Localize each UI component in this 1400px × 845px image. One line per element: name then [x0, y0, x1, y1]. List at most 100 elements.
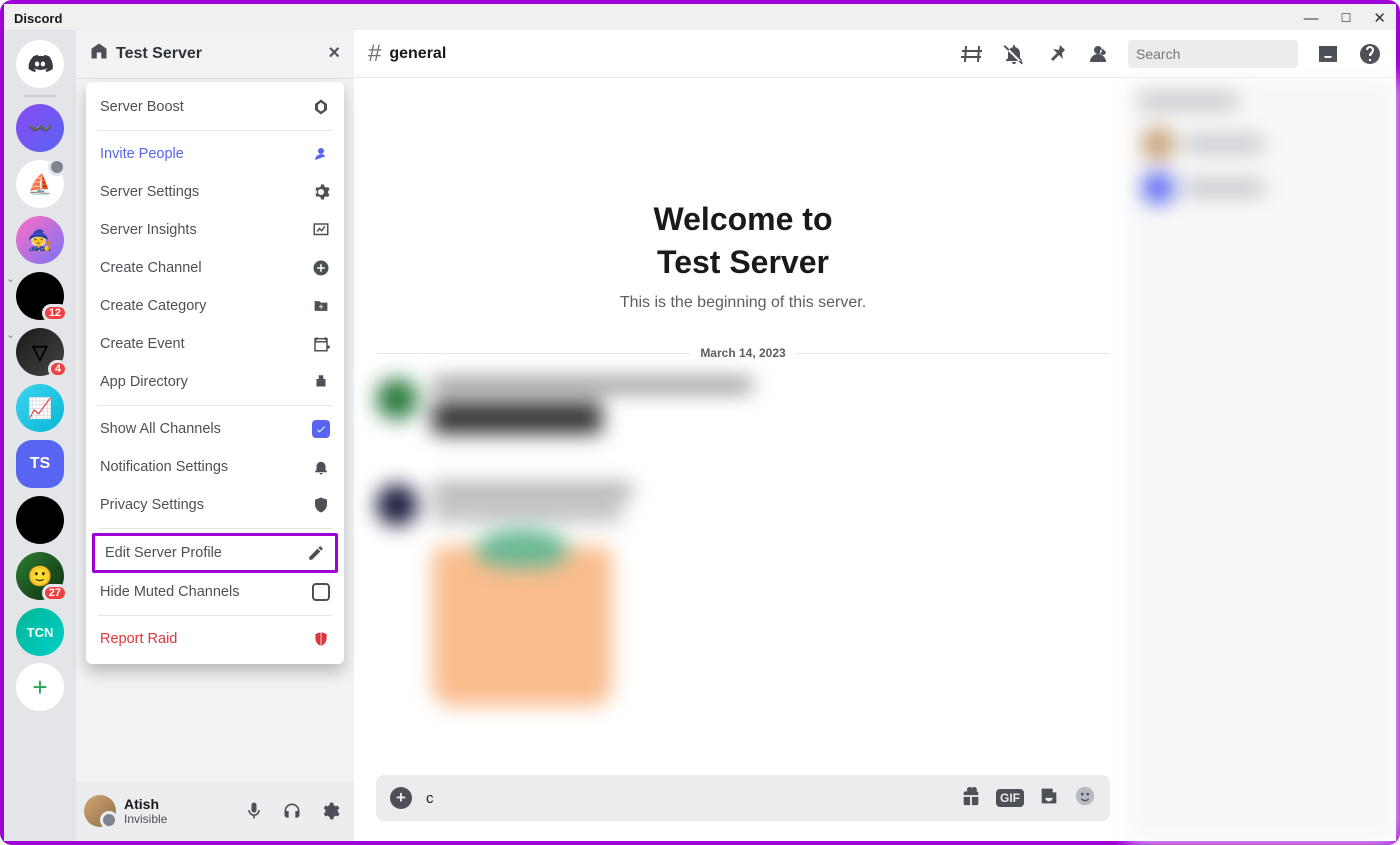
- menu-divider: [98, 528, 332, 529]
- message-composer[interactable]: + c GIF: [376, 775, 1110, 821]
- shield-alert-icon: [312, 630, 330, 648]
- menu-edit-server-profile[interactable]: Edit Server Profile: [95, 536, 335, 570]
- menu-divider: [98, 615, 332, 616]
- inbox-icon[interactable]: [1316, 42, 1340, 66]
- menu-server-settings[interactable]: Server Settings: [86, 173, 344, 211]
- server-ten[interactable]: TCN: [16, 608, 64, 656]
- member-row[interactable]: [1138, 166, 1386, 210]
- menu-divider: [98, 130, 332, 131]
- menu-invite-people[interactable]: Invite People: [86, 135, 344, 173]
- robot-icon: [312, 373, 330, 391]
- folder-chevron-icon[interactable]: ⌄: [6, 272, 15, 285]
- menu-label: Privacy Settings: [100, 497, 204, 513]
- welcome-block: Welcome toTest Server This is the beginn…: [376, 198, 1110, 312]
- checkbox-empty-icon: [312, 583, 330, 601]
- message-item: [376, 378, 1110, 434]
- menu-label: Server Settings: [100, 184, 199, 200]
- menu-create-channel[interactable]: Create Channel: [86, 249, 344, 287]
- server-wavelength[interactable]: 〰️: [16, 104, 64, 152]
- channel-hash-icon: #: [368, 40, 381, 68]
- notification-mute-icon[interactable]: [1002, 42, 1026, 66]
- menu-label: Show All Channels: [100, 421, 221, 437]
- user-avatar[interactable]: [84, 795, 116, 827]
- menu-create-category[interactable]: Create Category: [86, 287, 344, 325]
- menu-label: Report Raid: [100, 631, 177, 647]
- menu-hide-muted-channels[interactable]: Hide Muted Channels: [86, 573, 344, 611]
- menu-label: Create Event: [100, 336, 185, 352]
- highlighted-menu-item: Edit Server Profile: [92, 533, 338, 573]
- menu-show-all-channels[interactable]: Show All Channels: [86, 410, 344, 448]
- search-input[interactable]: [1136, 46, 1317, 62]
- server-test[interactable]: TS: [16, 440, 64, 488]
- member-list-toggle[interactable]: [1086, 42, 1110, 66]
- checkbox-checked-icon: [312, 420, 330, 438]
- unread-badge: 12: [42, 304, 68, 322]
- minimize-button[interactable]: —: [1304, 10, 1319, 27]
- menu-label: Create Category: [100, 298, 206, 314]
- menu-label: Notification Settings: [100, 459, 228, 475]
- app-window: Discord — ☐ ✕ 〰️⛵🧙⌄◯12⌄▽4📈TS✱🙂27TCN +: [4, 4, 1396, 841]
- plus-circle-icon: [312, 259, 330, 277]
- menu-server-insights[interactable]: Server Insights: [86, 211, 344, 249]
- app-title: Discord: [14, 11, 62, 26]
- server-name: Test Server: [116, 45, 202, 63]
- settings-button[interactable]: [314, 795, 346, 827]
- window-titlebar: Discord — ☐ ✕: [4, 4, 1396, 30]
- search-box[interactable]: [1128, 40, 1298, 68]
- deafen-button[interactable]: [276, 795, 308, 827]
- gif-button[interactable]: GIF: [996, 789, 1024, 807]
- menu-app-directory[interactable]: App Directory: [86, 363, 344, 401]
- menu-label: App Directory: [100, 374, 188, 390]
- server-stocks[interactable]: 📈: [16, 384, 64, 432]
- member-list[interactable]: [1128, 78, 1396, 841]
- sticker-icon[interactable]: [1038, 785, 1060, 812]
- threads-icon[interactable]: [960, 42, 984, 66]
- compose-text[interactable]: c: [426, 790, 946, 807]
- discord-home-icon[interactable]: [16, 40, 64, 88]
- server-midjourney[interactable]: ⛵: [16, 160, 64, 208]
- menu-label: Hide Muted Channels: [100, 584, 239, 600]
- menu-server-boost[interactable]: Server Boost: [86, 88, 344, 126]
- user-name: Atish: [124, 796, 230, 812]
- menu-label: Invite People: [100, 146, 184, 162]
- server-chatgpt[interactable]: ✱: [16, 496, 64, 544]
- close-window-button[interactable]: ✕: [1373, 9, 1386, 27]
- shield-icon: [312, 496, 330, 514]
- pinned-messages-icon[interactable]: [1044, 42, 1068, 66]
- add-server-button[interactable]: +: [16, 663, 64, 711]
- server-header-toggle[interactable]: Test Server ×: [76, 30, 354, 78]
- pencil-icon: [307, 544, 325, 562]
- server-triangle[interactable]: ▽4: [16, 328, 64, 376]
- server-home-icon: [90, 42, 108, 65]
- menu-privacy-settings[interactable]: Privacy Settings: [86, 486, 344, 524]
- bell-icon: [312, 458, 330, 476]
- folder-chevron-icon[interactable]: ⌄: [6, 328, 15, 341]
- rail-divider: [24, 95, 56, 97]
- menu-create-event[interactable]: Create Event: [86, 325, 344, 363]
- mute-mic-button[interactable]: [238, 795, 270, 827]
- message-list[interactable]: Welcome toTest Server This is the beginn…: [354, 78, 1128, 775]
- channel-name: general: [389, 45, 446, 63]
- calendar-plus-icon: [312, 335, 330, 353]
- menu-report-raid[interactable]: Report Raid: [86, 620, 344, 658]
- main-content: # general: [354, 30, 1396, 841]
- user-panel: Atish Invisible: [76, 781, 354, 841]
- member-row[interactable]: [1138, 122, 1386, 166]
- emoji-picker-icon[interactable]: [1074, 785, 1096, 812]
- boost-icon: [312, 98, 330, 116]
- help-icon[interactable]: [1358, 42, 1382, 66]
- member-list-header: [1138, 94, 1238, 108]
- menu-notification-settings[interactable]: Notification Settings: [86, 448, 344, 486]
- close-menu-icon[interactable]: ×: [328, 42, 340, 65]
- user-status: Invisible: [124, 812, 230, 826]
- folder-plus-icon: [312, 297, 330, 315]
- server-user1[interactable]: 🙂27: [16, 552, 64, 600]
- server-opensea[interactable]: ◯12: [16, 272, 64, 320]
- menu-label: Edit Server Profile: [105, 545, 222, 561]
- maximize-button[interactable]: ☐: [1341, 11, 1352, 25]
- muted-indicator-icon: [48, 158, 66, 176]
- attach-button[interactable]: +: [390, 787, 412, 809]
- server-fantasy[interactable]: 🧙: [16, 216, 64, 264]
- server-rail: 〰️⛵🧙⌄◯12⌄▽4📈TS✱🙂27TCN +: [4, 30, 76, 841]
- gift-icon[interactable]: [960, 785, 982, 812]
